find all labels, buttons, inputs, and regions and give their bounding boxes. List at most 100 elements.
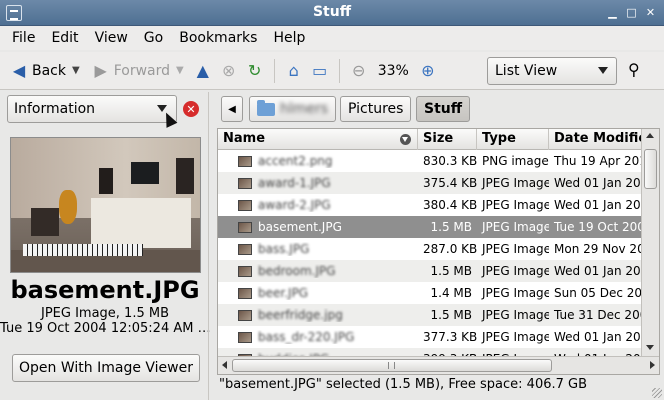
image-thumbnail-icon (238, 199, 252, 211)
chevron-down-icon (157, 105, 167, 112)
side-pane-select[interactable]: Information (7, 95, 177, 123)
image-thumbnail-icon (238, 221, 252, 233)
image-thumbnail-icon (238, 177, 252, 189)
file-date-cell: Thu 19 Apr 2011 (554, 154, 642, 168)
horizontal-scroll-thumb[interactable] (232, 359, 552, 372)
maximize-icon[interactable]: □ (624, 5, 639, 20)
file-size-cell: 287.0 KB (423, 242, 477, 256)
image-thumbnail-icon (238, 243, 252, 255)
back-label: Back (32, 62, 66, 79)
pane-divider[interactable] (208, 92, 209, 400)
home-folder-icon[interactable]: ⌂ (285, 61, 303, 80)
resize-grip-icon[interactable] (652, 388, 662, 398)
horizontal-scrollbar[interactable] (218, 356, 659, 374)
vertical-scrollbar[interactable] (641, 129, 659, 357)
view-mode-select[interactable]: List View (487, 57, 617, 85)
menu-file[interactable]: File (4, 30, 43, 46)
back-arrow-icon: ◀ (12, 61, 26, 80)
view-mode-value: List View (495, 63, 558, 79)
stop-icon[interactable]: ⊗ (220, 61, 238, 80)
table-row[interactable]: award-2.JPG 380.4 KB JPEG Image Wed 01 Jan … (218, 194, 642, 216)
close-pane-icon[interactable]: ✕ (183, 101, 199, 117)
file-type-cell: JPEG Image (482, 308, 549, 322)
file-name-cell: bass.JPG (218, 242, 418, 256)
menu-view[interactable]: View (87, 30, 136, 46)
table-row[interactable]: bass.JPG 287.0 KB JPEG Image Mon 29 Nov 200… (218, 238, 642, 260)
file-type-cell: PNG image (482, 154, 549, 168)
minimize-icon[interactable]: ▁ (605, 5, 620, 20)
table-row[interactable]: bass_dr-220.JPG 377.3 KB JPEG Image Wed 01 … (218, 326, 642, 348)
column-header-type[interactable]: Type (477, 129, 549, 150)
title-bar: Stuff ▁ □ ✕ (0, 0, 664, 26)
pathbar-home-button[interactable]: hlmers (249, 96, 337, 122)
pathbar-scroll-left[interactable]: ◀ (221, 96, 243, 122)
status-bar: "basement.JPG" selected (1.5 MB), Free s… (219, 377, 588, 392)
file-date-cell: Tue 19 Oct 2004 (554, 220, 642, 234)
forward-history-dropdown[interactable]: ▼ (176, 65, 184, 76)
file-name: award-2.JPG (258, 198, 331, 212)
selected-file-name: basement.JPG (10, 276, 200, 304)
pathbar-pictures-button[interactable]: Pictures (340, 96, 412, 122)
file-name-cell: accent2.png (218, 154, 418, 168)
file-name: accent2.png (258, 154, 333, 168)
selected-file-date: Tue 19 Oct 2004 12:05:24 AM … (0, 321, 210, 336)
table-row[interactable]: accent2.png 830.3 KB PNG image Thu 19 Apr 2… (218, 150, 642, 172)
file-date-cell: Wed 01 Jan 2004 (554, 176, 642, 190)
table-row[interactable]: beerfridge.jpg 1.5 MB JPEG Image Tue 31 Dec… (218, 304, 642, 326)
scroll-left-icon[interactable] (222, 361, 227, 369)
column-header-size[interactable]: Size (418, 129, 477, 150)
file-size-cell: 380.4 KB (423, 198, 477, 212)
file-type-cell: JPEG Image (482, 220, 549, 234)
file-date-cell: Sun 05 Dec 2004 (554, 286, 642, 300)
back-button[interactable]: ◀ Back (6, 56, 70, 86)
file-type-cell: JPEG Image (482, 330, 549, 344)
window-controls: ▁ □ ✕ (605, 5, 658, 20)
file-size-cell: 1.5 MB (430, 220, 472, 234)
scroll-right-icon[interactable] (650, 361, 655, 369)
file-name-cell: beerfridge.jpg (218, 308, 418, 322)
menu-help[interactable]: Help (265, 30, 313, 46)
zoom-in-icon[interactable]: ⊕ (419, 61, 437, 80)
menu-bookmarks[interactable]: Bookmarks (171, 30, 265, 46)
file-name: beer.JPG (258, 286, 309, 300)
menu-go[interactable]: Go (136, 30, 171, 46)
zoom-level[interactable]: 33% (372, 63, 415, 79)
up-arrow-icon[interactable]: ▲ (194, 61, 212, 80)
file-name-cell: bass_dr-220.JPG (218, 330, 418, 344)
table-row[interactable]: bedroom.JPG 1.5 MB JPEG Image Wed 01 Jan 20… (218, 260, 642, 282)
file-list: Name Size Type Date Modified accent2.png… (217, 128, 660, 375)
image-thumbnail-icon (238, 155, 252, 167)
vertical-scroll-thumb[interactable] (644, 149, 657, 189)
menu-edit[interactable]: Edit (43, 30, 86, 46)
folder-icon (257, 99, 275, 116)
forward-button[interactable]: ▶ Forward (88, 56, 174, 86)
file-date-cell: Tue 31 Dec 2004 (554, 308, 642, 322)
open-with-button[interactable]: Open With Image Viewer (12, 354, 200, 382)
reload-icon[interactable]: ↻ (246, 61, 264, 80)
file-name: bass.JPG (258, 242, 310, 256)
back-history-dropdown[interactable]: ▼ (72, 65, 80, 76)
file-name: bedroom.JPG (258, 264, 336, 278)
file-size-cell: 375.4 KB (423, 176, 477, 190)
file-name: basement.JPG (258, 220, 342, 234)
table-row[interactable]: basement.JPG 1.5 MB JPEG Image Tue 19 Oct 2… (218, 216, 642, 238)
table-row[interactable]: beer.JPG 1.4 MB JPEG Image Sun 05 Dec 2004 (218, 282, 642, 304)
search-icon[interactable]: ⚲ (628, 60, 640, 79)
column-header-date[interactable]: Date Modified (549, 129, 642, 150)
file-type-cell: JPEG Image (482, 264, 549, 278)
close-window-icon[interactable]: ✕ (643, 5, 658, 20)
menu-bar: File Edit View Go Bookmarks Help (0, 26, 664, 50)
file-type-cell: JPEG Image (482, 176, 549, 190)
toolbar-separator (273, 58, 275, 83)
file-size-cell: 1.5 MB (430, 308, 472, 322)
file-name-cell: basement.JPG (218, 220, 418, 234)
scroll-down-icon[interactable] (646, 345, 654, 350)
pathbar-current-button[interactable]: Stuff (416, 96, 471, 122)
table-row[interactable]: award-1.JPG 375.4 KB JPEG Image Wed 01 Jan … (218, 172, 642, 194)
column-header-name[interactable]: Name (218, 129, 418, 150)
computer-icon[interactable]: ▭ (311, 61, 329, 80)
zoom-out-icon[interactable]: ⊖ (350, 61, 368, 80)
file-date-cell: Mon 29 Nov 2004 (554, 242, 642, 256)
selected-file-meta: JPEG Image, 1.5 MB (40, 306, 169, 321)
scroll-up-icon[interactable] (646, 133, 654, 138)
